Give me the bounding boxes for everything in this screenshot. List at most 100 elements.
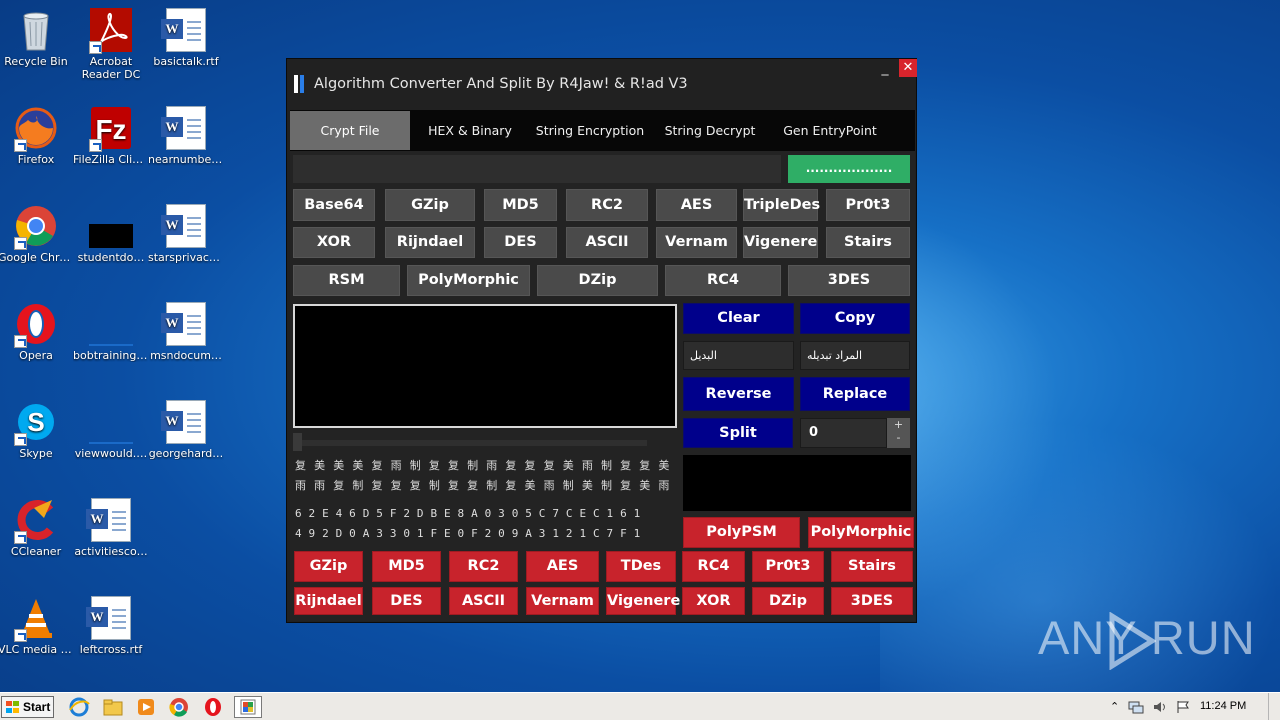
algo-rsm-button[interactable]: RSM	[293, 265, 400, 296]
desktop-icon-acrobat[interactable]: Acrobat Reader DC	[73, 8, 149, 81]
red-tdes-button[interactable]: TDes	[606, 551, 676, 582]
desktop-icon-studentdo[interactable]: studentdo…	[73, 204, 149, 264]
polymorphic-red-button[interactable]: PolyMorphic	[808, 517, 914, 548]
reverse-button[interactable]: Reverse	[683, 377, 794, 411]
minimize-button[interactable]: _	[877, 61, 893, 79]
desktop-icon-firefox[interactable]: Firefox	[0, 106, 74, 166]
desktop-icon-chrome[interactable]: Google Chrome	[0, 204, 74, 264]
algo-3des-button[interactable]: 3DES	[788, 265, 910, 296]
chrome-taskbar-icon[interactable]	[168, 696, 192, 718]
red-pr0t3-button[interactable]: Pr0t3	[752, 551, 824, 582]
desktop-icon-filezilla[interactable]: Fz FileZilla Client	[73, 106, 149, 166]
volume-icon[interactable]	[1152, 700, 1168, 717]
tab-gen-entrypoint[interactable]: Gen EntryPoint	[770, 111, 890, 150]
red-vernam-button[interactable]: Vernam	[526, 587, 599, 615]
red-vigenere-button[interactable]: Vigenere	[606, 587, 680, 615]
algo-stairs-button[interactable]: Stairs	[826, 227, 910, 258]
start-button[interactable]: Start	[1, 696, 54, 718]
flag-icon[interactable]	[1176, 700, 1190, 717]
black-file-icon	[89, 204, 133, 248]
algo-md5-button[interactable]: MD5	[484, 189, 557, 221]
desktop-icon-basictalk[interactable]: W basictalk.rtf	[148, 8, 224, 68]
red-3des-button[interactable]: 3DES	[831, 587, 913, 615]
tray-expand-icon[interactable]: ⌃	[1110, 700, 1119, 713]
taskbar: Start ⌃ 11:24 PM	[0, 692, 1280, 720]
red-md5-button[interactable]: MD5	[372, 551, 441, 582]
desktop-icon-viewwould[interactable]: viewwould.…	[73, 400, 149, 460]
desktop-icon-nearnumber[interactable]: W nearnumber…	[148, 106, 224, 166]
desktop-icon-skype[interactable]: S Skype	[0, 400, 74, 460]
title-bar[interactable]: Algorithm Converter And Split By R4Jaw! …	[287, 59, 917, 109]
desktop-icon-recycle-bin[interactable]: Recycle Bin	[0, 8, 74, 68]
horizontal-scrollbar[interactable]	[293, 440, 647, 446]
close-button[interactable]: ✕	[899, 59, 917, 77]
window-title: Algorithm Converter And Split By R4Jaw! …	[314, 76, 688, 92]
stepper-down-button[interactable]: -	[887, 431, 910, 444]
output-textarea[interactable]	[293, 304, 677, 428]
algo-tripledes-button[interactable]: TripleDes	[743, 189, 820, 221]
replace-button[interactable]: Replace	[800, 377, 910, 411]
algorithm-converter-taskbar-icon[interactable]	[234, 696, 262, 718]
algo-dzip-button[interactable]: DZip	[537, 265, 658, 296]
red-ascii-button[interactable]: ASCII	[449, 587, 518, 615]
stepper-up-button[interactable]: +	[887, 418, 910, 431]
media-player-taskbar-icon[interactable]	[135, 696, 159, 718]
desktop-icon-msndocum[interactable]: W msndocum…	[148, 302, 224, 362]
desktop-icon-bobtraining[interactable]: bobtraining.…	[73, 302, 149, 362]
algo-polymorphic-button[interactable]: PolyMorphic	[407, 265, 530, 296]
firefox-icon	[14, 106, 58, 152]
word-doc-icon: W	[86, 596, 133, 640]
desktop-icon-vlc[interactable]: VLC media player	[0, 596, 74, 656]
algo-xor-button[interactable]: XOR	[293, 227, 375, 258]
algo-base64-button[interactable]: Base64	[293, 189, 375, 221]
tab-hex-binary[interactable]: HEX & Binary	[410, 111, 530, 150]
algo-rc2-button[interactable]: RC2	[566, 189, 648, 221]
desktop-icon-georgehard[interactable]: W georgehard…	[148, 400, 224, 460]
red-des-button[interactable]: DES	[372, 587, 441, 615]
algo-des-button[interactable]: DES	[484, 227, 557, 258]
browse-button[interactable]: ...................	[788, 155, 910, 183]
split-count-input[interactable]: 0	[800, 418, 887, 448]
file-path-field[interactable]	[293, 155, 781, 183]
clock[interactable]: 11:24 PM	[1200, 700, 1246, 712]
split-button[interactable]: Split	[683, 418, 793, 448]
algo-pr0t3-button[interactable]: Pr0t3	[826, 189, 910, 221]
algo-vernam-button[interactable]: Vernam	[656, 227, 737, 258]
opera-taskbar-icon[interactable]	[202, 696, 226, 718]
algo-vigenere-button[interactable]: Vigenere	[743, 227, 818, 258]
algo-ascii-button[interactable]: ASCII	[566, 227, 648, 258]
ie-taskbar-icon[interactable]	[68, 696, 92, 718]
desktop-icon-starsprivacy[interactable]: W starsprivacy…	[148, 204, 224, 264]
desktop-icon-activitiesco[interactable]: W activitiesco…	[73, 498, 149, 558]
copy-button[interactable]: Copy	[800, 303, 910, 334]
desktop-icon-opera[interactable]: Opera	[0, 302, 74, 362]
scrollbar-thumb[interactable]	[293, 433, 302, 451]
red-rijndael-button[interactable]: Rijndael	[294, 587, 363, 615]
clear-button[interactable]: Clear	[683, 303, 794, 334]
algo-rijndael-button[interactable]: Rijndael	[385, 227, 475, 258]
split-count-stepper[interactable]: + -	[887, 418, 910, 448]
replace-target-input[interactable]: المراد تبديله	[800, 341, 910, 370]
red-xor-button[interactable]: XOR	[682, 587, 745, 615]
algo-aes-button[interactable]: AES	[656, 189, 737, 221]
network-icon[interactable]	[1128, 700, 1144, 717]
explorer-taskbar-icon[interactable]	[102, 696, 126, 718]
algo-gzip-button[interactable]: GZip	[385, 189, 475, 221]
polypsm-button[interactable]: PolyPSM	[683, 517, 800, 548]
tab-string-encryption[interactable]: String Encryption	[530, 111, 650, 150]
desktop-icon-leftcross[interactable]: W leftcross.rtf	[73, 596, 149, 656]
red-rc2-button[interactable]: RC2	[449, 551, 518, 582]
desktop-icon-ccleaner[interactable]: CCleaner	[0, 498, 74, 558]
red-dzip-button[interactable]: DZip	[752, 587, 824, 615]
show-desktop-button[interactable]	[1268, 693, 1280, 720]
anyrun-watermark: ANY RUN	[1038, 610, 1256, 670]
algo-rc4-button[interactable]: RC4	[665, 265, 781, 296]
red-stairs-button[interactable]: Stairs	[831, 551, 913, 582]
replace-with-input[interactable]: البديل	[683, 341, 794, 370]
red-rc4-button[interactable]: RC4	[682, 551, 745, 582]
tab-string-decrypt[interactable]: String Decrypt	[650, 111, 770, 150]
red-gzip-button[interactable]: GZip	[294, 551, 363, 582]
secondary-output-box[interactable]	[683, 455, 911, 511]
red-aes-button[interactable]: AES	[526, 551, 599, 582]
tab-crypt-file[interactable]: Crypt File	[290, 111, 410, 150]
